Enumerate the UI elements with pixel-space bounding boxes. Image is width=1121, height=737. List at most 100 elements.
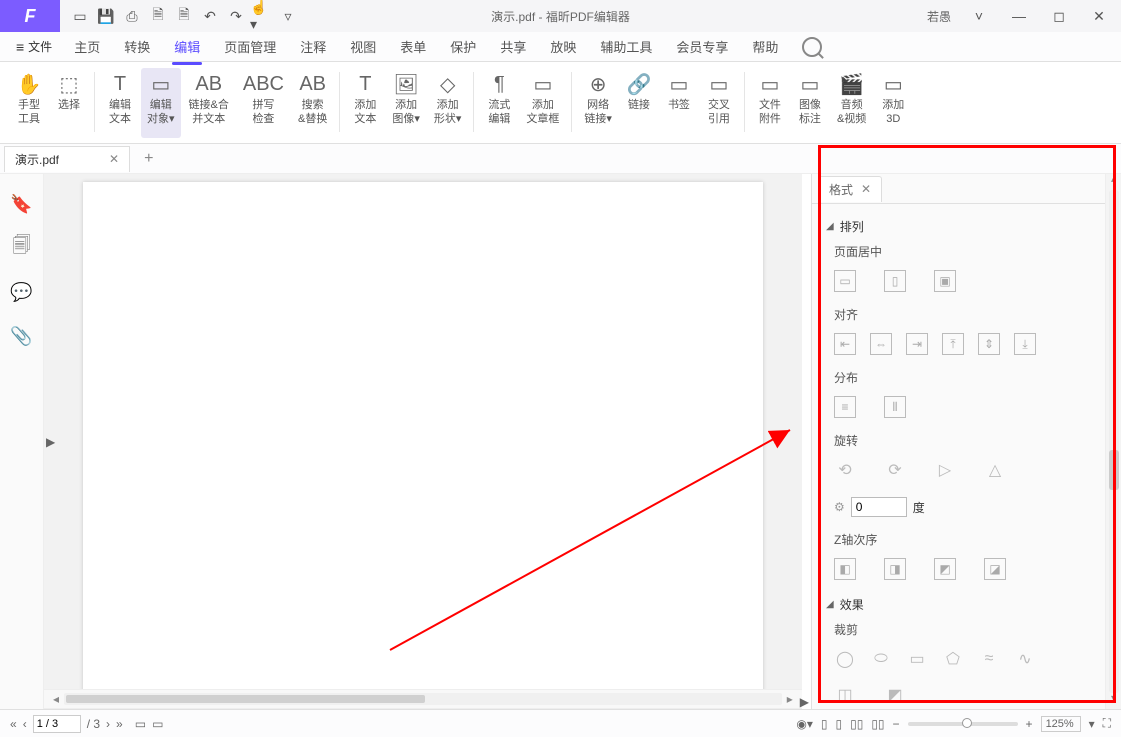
scroll-left-icon[interactable]: ◂: [48, 692, 64, 706]
save-icon[interactable]: 💾: [94, 4, 118, 28]
zoom-thumb[interactable]: [962, 718, 972, 728]
menu-tab-注释[interactable]: 注释: [288, 33, 338, 60]
rotation-input[interactable]: [851, 497, 907, 517]
send-back-icon[interactable]: ◪: [984, 558, 1006, 580]
open-icon[interactable]: ▭: [68, 4, 92, 28]
crop-pentagon-icon[interactable]: ⬠: [942, 648, 964, 670]
align-bottom-icon[interactable]: ⤓: [1014, 333, 1036, 355]
ribbon-weblink[interactable]: ⊕网络 链接▾: [578, 68, 618, 138]
flip-v-icon[interactable]: △: [984, 459, 1006, 481]
close-panel-icon[interactable]: ✕: [861, 182, 871, 196]
h-scroll-thumb[interactable]: [66, 695, 425, 703]
ribbon-add-text[interactable]: T添加 文本: [346, 68, 384, 138]
crop-tool-icon[interactable]: ◫: [834, 684, 856, 706]
view-back-icon[interactable]: ▭: [135, 717, 146, 731]
ribbon-link[interactable]: 🔗链接: [620, 68, 658, 138]
zoom-slider[interactable]: [908, 722, 1018, 726]
next-page-icon[interactable]: ›: [106, 717, 110, 731]
view-fwd-icon[interactable]: ▭: [152, 717, 163, 731]
ribbon-bookmark[interactable]: ▭书签: [660, 68, 698, 138]
zoom-in-icon[interactable]: +: [1026, 717, 1033, 731]
rotate-right-icon[interactable]: ⟳: [884, 459, 906, 481]
comment-icon[interactable]: 💬: [12, 282, 32, 302]
menu-tab-页面管理[interactable]: 页面管理: [212, 33, 288, 60]
ribbon-attach[interactable]: ▭文件 附件: [751, 68, 789, 138]
zoom-out-icon[interactable]: −: [893, 717, 900, 731]
zoom-value[interactable]: 125%: [1041, 716, 1081, 732]
align-right-icon[interactable]: ⇥: [906, 333, 928, 355]
ribbon-find-replace[interactable]: AB搜索 &替换: [292, 68, 333, 138]
pdf-page[interactable]: [83, 182, 763, 689]
center-h-icon[interactable]: ▭: [834, 270, 856, 292]
menu-tab-辅助工具[interactable]: 辅助工具: [588, 33, 664, 60]
menu-tab-转换[interactable]: 转换: [112, 33, 162, 60]
rotate-left-icon[interactable]: ⟲: [834, 459, 856, 481]
first-page-icon[interactable]: «: [10, 717, 17, 731]
prev-page-icon[interactable]: ‹: [23, 717, 27, 731]
file-menu[interactable]: ≡ 文件: [8, 34, 60, 59]
pages-icon[interactable]: 🗐: [12, 238, 32, 258]
v-scroll-thumb[interactable]: [1109, 450, 1119, 490]
align-top-icon[interactable]: ⤒: [942, 333, 964, 355]
menu-tab-视图[interactable]: 视图: [338, 33, 388, 60]
undo-icon[interactable]: ↶: [198, 4, 222, 28]
ribbon-add3d[interactable]: ▭添加 3D: [874, 68, 912, 138]
v-scroll-track[interactable]: [1109, 190, 1119, 693]
bring-front-icon[interactable]: ◧: [834, 558, 856, 580]
crop-ellipse-icon[interactable]: ◯: [834, 648, 856, 670]
menu-tab-共享[interactable]: 共享: [488, 33, 538, 60]
scroll-down-icon[interactable]: ▾: [1111, 693, 1116, 709]
ribbon-xref[interactable]: ▭交叉 引用: [700, 68, 738, 138]
crop-rect-icon[interactable]: ▭: [906, 648, 928, 670]
menu-tab-保护[interactable]: 保护: [438, 33, 488, 60]
ribbon-select[interactable]: ⬚选择: [50, 68, 88, 138]
gear-icon[interactable]: ⚙: [834, 500, 845, 514]
crop-free-icon[interactable]: ◩: [884, 684, 906, 706]
distribute-h-icon[interactable]: ≡: [834, 396, 856, 418]
menu-tab-会员专享[interactable]: 会员专享: [664, 33, 740, 60]
layout-cont-icon[interactable]: ▯: [835, 717, 842, 731]
close-button[interactable]: ✕: [1081, 2, 1117, 30]
maximize-button[interactable]: ◻: [1041, 2, 1077, 30]
last-page-icon[interactable]: »: [116, 717, 123, 731]
ribbon-spell[interactable]: ABC拼写 检查: [237, 68, 290, 138]
layout-cont-facing-icon[interactable]: ▯▯: [871, 717, 884, 731]
bring-forward-icon[interactable]: ◨: [884, 558, 906, 580]
ribbon-edit-object[interactable]: ▭编辑 对象▾: [141, 68, 181, 138]
minimize-button[interactable]: —: [1001, 2, 1037, 30]
ribbon-link-merge[interactable]: AB链接&合 并文本: [183, 68, 235, 138]
reading-mode-icon[interactable]: ◉▾: [796, 717, 813, 731]
menu-tab-编辑[interactable]: 编辑: [162, 33, 212, 60]
hand-menu-icon[interactable]: ☝▾: [250, 4, 274, 28]
ribbon-add-image[interactable]: 🖼添加 图像▾: [386, 68, 426, 138]
align-left-icon[interactable]: ⇤: [834, 333, 856, 355]
arrange-group-header[interactable]: ◢排列: [826, 212, 1091, 239]
ribbon-add-shape[interactable]: ◇添加 形状▾: [428, 68, 468, 138]
user-name[interactable]: 若愚: [921, 8, 957, 25]
ribbon-add-article[interactable]: ▭添加 文章框: [520, 68, 565, 138]
fullscreen-icon[interactable]: ⛶: [1103, 716, 1111, 731]
center-v-icon[interactable]: ▯: [884, 270, 906, 292]
ribbon-edit-text[interactable]: T编辑 文本: [101, 68, 139, 138]
attachment-icon[interactable]: 📎: [12, 326, 32, 346]
scroll-up-icon[interactable]: ▴: [1111, 174, 1116, 190]
document-tab[interactable]: 演示.pdf ✕: [4, 146, 130, 172]
ribbon-av[interactable]: 🎬音频 &视频: [831, 68, 872, 138]
ribbon-hand[interactable]: ✋手型 工具: [10, 68, 48, 138]
align-vcenter-icon[interactable]: ⇕: [978, 333, 1000, 355]
center-both-icon[interactable]: ▣: [934, 270, 956, 292]
qat-more-icon[interactable]: ▿: [276, 4, 300, 28]
layout-facing-icon[interactable]: ▯▯: [850, 717, 863, 731]
menu-tab-放映[interactable]: 放映: [538, 33, 588, 60]
menu-tab-表单[interactable]: 表单: [388, 33, 438, 60]
menu-tab-主页[interactable]: 主页: [62, 33, 112, 60]
effect-group-header[interactable]: ◢效果: [826, 590, 1091, 617]
zoom-menu-icon[interactable]: ▾: [1089, 717, 1095, 731]
ribbon-image-flag[interactable]: ▭图像 标注: [791, 68, 829, 138]
crop-curve-icon[interactable]: ∿: [1014, 648, 1036, 670]
ribbon-reflow[interactable]: ¶流式 编辑: [480, 68, 518, 138]
align-hcenter-icon[interactable]: ⇔: [870, 333, 892, 355]
flip-h-icon[interactable]: ▷: [934, 459, 956, 481]
bookmark-icon[interactable]: 🔖: [12, 194, 32, 214]
page-viewport[interactable]: [44, 174, 802, 689]
